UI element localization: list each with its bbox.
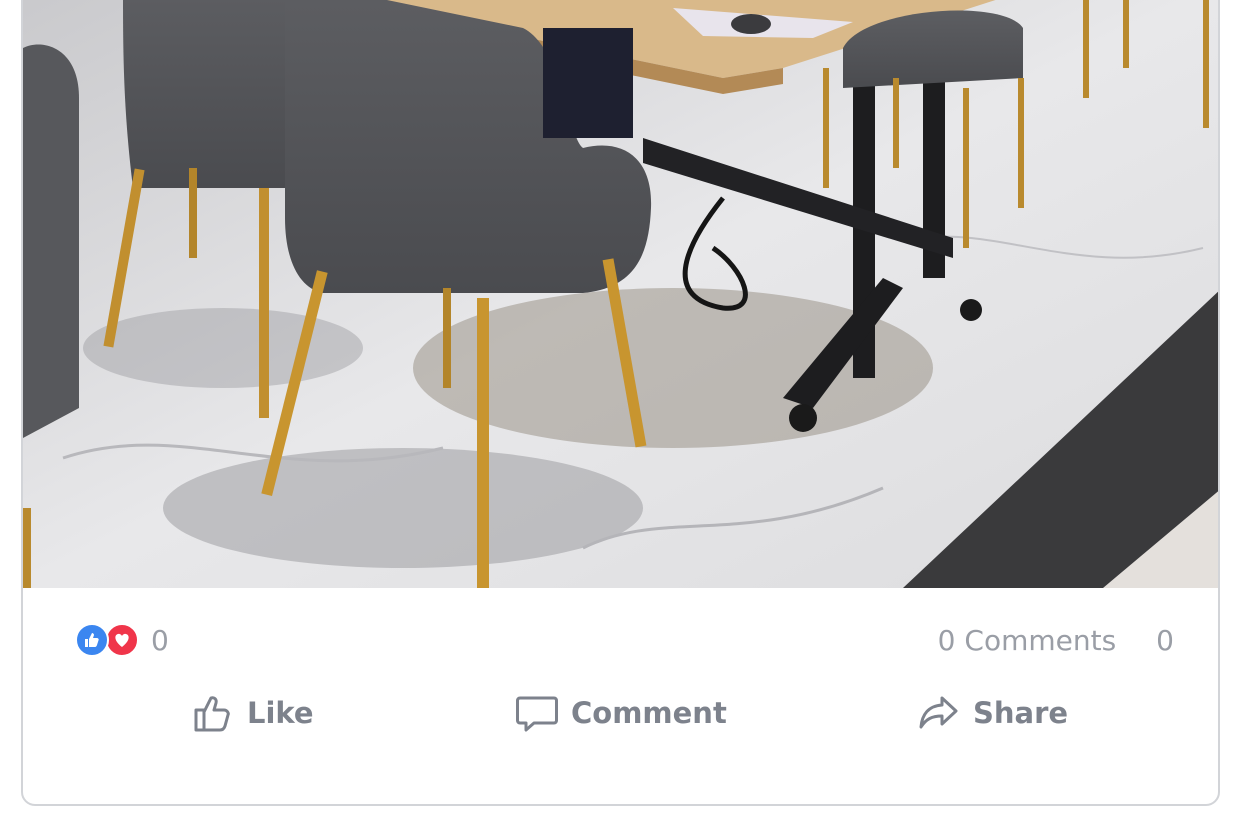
share-arrow-icon — [915, 689, 963, 737]
engagement-counts: 0 Comments 0 — [938, 620, 1174, 660]
post-photo[interactable] — [23, 0, 1218, 588]
comments-count[interactable]: 0 Comments — [938, 624, 1117, 657]
love-reaction-icon — [105, 623, 139, 657]
shares-count[interactable]: 0 — [1156, 624, 1174, 657]
post-photo-image — [23, 0, 1218, 588]
comment-button-label: Comment — [571, 696, 727, 730]
like-button-label: Like — [247, 696, 314, 730]
reaction-count: 0 — [151, 623, 169, 657]
post-actions-row: Like Comment Share — [23, 678, 1218, 758]
like-button[interactable]: Like — [189, 678, 314, 748]
post-stats-row: 0 0 Comments 0 — [23, 598, 1218, 668]
post-card: 0 0 Comments 0 Like Comment Share — [21, 0, 1220, 806]
thumbs-up-icon — [189, 689, 237, 737]
share-button[interactable]: Share — [915, 678, 1068, 748]
like-reaction-icon — [75, 623, 109, 657]
share-button-label: Share — [973, 696, 1069, 730]
reactions-summary[interactable]: 0 — [75, 620, 169, 660]
comment-button[interactable]: Comment — [513, 678, 727, 748]
comment-bubble-icon — [513, 689, 561, 737]
